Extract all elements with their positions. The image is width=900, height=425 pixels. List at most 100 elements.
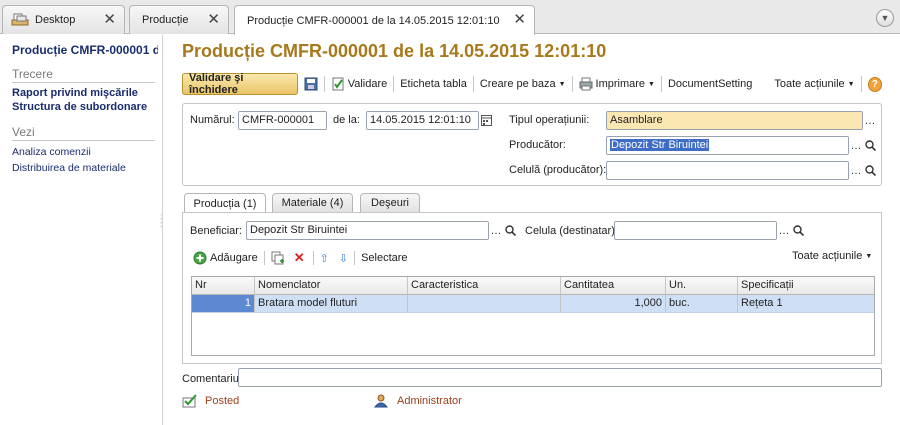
print-menu[interactable]: Imprimare ▼ [579, 77, 655, 91]
op-type-field[interactable]: Asamblare [606, 111, 863, 130]
sidebar-section-trecere: Trecere [12, 67, 155, 83]
sidebar-item-raport[interactable]: Raport privind mişcările [12, 87, 158, 99]
tab-desktop[interactable]: Desktop ✕ [2, 5, 125, 34]
cell-cantitatea[interactable]: 1,000 [561, 295, 666, 312]
sidebar: Producție CMFR-000001 de la 14.05.2015 1… [0, 35, 163, 425]
help-icon[interactable]: ? [867, 76, 882, 92]
number-field[interactable]: CMFR-000001 [238, 111, 327, 130]
validate-button[interactable]: Validare [331, 77, 388, 91]
create-based-label: Creare pe baza [479, 78, 556, 90]
add-button[interactable]: Adăugare [210, 252, 258, 264]
cell-nr[interactable]: 1 [192, 295, 255, 312]
table-row[interactable]: 1 Bratara model fluturi 1,000 buc. Rețet… [192, 295, 874, 313]
producer-field[interactable]: Depozit Str Biruintei [606, 136, 849, 155]
printer-icon [579, 77, 593, 91]
sidebar-item-analiza[interactable]: Analiza comenzii [12, 146, 162, 158]
cell-unit[interactable]: buc. [666, 295, 738, 312]
cell-specificatii[interactable]: Rețeta 1 [738, 295, 874, 312]
toolbar: Validare şi închidere Validare Eticheta … [182, 72, 882, 96]
tab-productie-document[interactable]: Producție CMFR-000001 de la 14.05.2015 1… [234, 5, 535, 35]
cell-field[interactable] [606, 161, 849, 180]
tab-label: Producție [142, 14, 189, 26]
tab-materiale[interactable]: Materiale (4) [272, 193, 353, 212]
production-table: Nr Nomenclator Caracteristica Cantitatea… [191, 276, 875, 356]
header-group: Numărul: CMFR-000001 de la: 14.05.2015 1… [182, 103, 882, 186]
close-icon[interactable]: ✕ [207, 12, 220, 27]
posted-status: Posted [182, 394, 239, 408]
producer-value: Depozit Str Biruintei [610, 139, 710, 151]
sidebar-item-structura[interactable]: Structura de subordonare [12, 101, 158, 113]
op-type-label: Tipul operațiunii: [509, 114, 590, 126]
move-down-icon[interactable]: ⇩ [339, 252, 348, 265]
cell-nomenclator[interactable]: Bratara model fluturi [255, 295, 408, 312]
column-header[interactable]: Nomenclator [255, 277, 408, 294]
grid-all-actions-menu[interactable]: Toate acțiunile ▼ [792, 250, 872, 262]
cell-select-button[interactable]: … [849, 161, 863, 180]
date-label: de la: [333, 114, 360, 126]
tab-label: Desktop [35, 14, 76, 26]
sidebar-section-vezi: Vezi [12, 125, 155, 141]
desktop-icon [11, 12, 29, 28]
dropdown-arrow-icon: ▼ [865, 252, 873, 260]
search-icon[interactable] [791, 221, 805, 240]
beneficiary-field[interactable]: Depozit Str Biruintei [246, 221, 489, 240]
column-header[interactable]: Nr [192, 277, 255, 294]
dest-cell-label: Celula (destinatar): [525, 225, 618, 237]
page-title: Producție CMFR-000001 de la 14.05.2015 1… [182, 41, 607, 61]
column-header[interactable]: Cantitatea [561, 277, 666, 294]
dropdown-arrow-icon: ▼ [558, 80, 566, 88]
validate-icon [331, 77, 345, 91]
tab-deseuri[interactable]: Deşeuri [360, 193, 420, 212]
save-icon[interactable] [304, 77, 318, 91]
calendar-icon[interactable] [479, 111, 493, 130]
splitter-handle[interactable]: ::: [160, 213, 164, 239]
date-field[interactable]: 14.05.2015 12:01:10 [366, 111, 479, 130]
beneficiary-select-button[interactable]: … [489, 221, 503, 240]
posted-icon [182, 394, 198, 408]
tab-productia[interactable]: Producția (1) [184, 193, 266, 213]
search-icon[interactable] [863, 136, 877, 155]
close-icon[interactable]: ✕ [103, 12, 116, 27]
op-type-select-button[interactable]: … [863, 111, 877, 130]
cell-label: Celulă (producător): [509, 164, 607, 176]
dest-cell-field[interactable] [614, 221, 777, 240]
sidebar-title[interactable]: Producție CMFR-000001 de la 14.05.2015 1… [12, 43, 158, 57]
tab-bar: Desktop ✕ Producție ✕ Producție CMFR-000… [0, 0, 900, 35]
delete-icon[interactable]: ✕ [294, 250, 305, 266]
sidebar-item-distribuirea[interactable]: Distribuirea de materiale [12, 162, 162, 174]
table-header: Nr Nomenclator Caracteristica Cantitatea… [192, 277, 874, 295]
dropdown-arrow-icon: ▼ [648, 80, 655, 88]
comment-field[interactable] [238, 368, 882, 387]
print-label: Imprimare [595, 78, 646, 90]
column-header[interactable]: Un. [666, 277, 738, 294]
tab-label: Producție CMFR-000001 de la 14.05.2015 1… [247, 14, 500, 27]
cell-caracteristica[interactable] [408, 295, 561, 312]
copy-icon[interactable] [271, 251, 285, 265]
main-form: Producție CMFR-000001 de la 14.05.2015 1… [172, 35, 900, 425]
move-up-icon[interactable]: ⇧ [320, 252, 329, 265]
create-based-menu[interactable]: Creare pe baza ▼ [480, 78, 566, 90]
add-plus-icon[interactable] [193, 251, 207, 265]
search-icon[interactable] [503, 221, 517, 240]
post-and-close-button[interactable]: Validare şi închidere [182, 72, 298, 96]
producer-select-button[interactable]: … [849, 136, 863, 155]
close-icon[interactable]: ✕ [513, 12, 526, 27]
posted-label: Posted [205, 395, 240, 407]
number-label: Numărul: [190, 114, 235, 126]
comment-label: Comentariu: [182, 373, 242, 385]
search-icon[interactable] [863, 161, 877, 180]
column-header[interactable]: Caracteristica [408, 277, 561, 294]
document-setting-button[interactable]: DocumentSetting [668, 78, 752, 90]
all-actions-label: Toate acțiunile [774, 78, 845, 90]
author-label: Administrator [397, 395, 462, 407]
grid-all-actions-label: Toate acțiunile [792, 250, 863, 262]
tab-menu-chevron-icon[interactable]: ▼ [876, 9, 894, 27]
label-table-button[interactable]: Eticheta tabla [400, 78, 467, 90]
producer-label: Producător: [509, 139, 566, 151]
all-actions-menu[interactable]: Toate acțiunile ▼ [774, 78, 854, 90]
select-button[interactable]: Selectare [361, 252, 407, 264]
column-header[interactable]: Specificații [738, 277, 874, 294]
tab-productie[interactable]: Producție ✕ [129, 5, 229, 34]
dest-cell-select-button[interactable]: … [777, 221, 791, 240]
validate-label: Validare [347, 78, 388, 90]
